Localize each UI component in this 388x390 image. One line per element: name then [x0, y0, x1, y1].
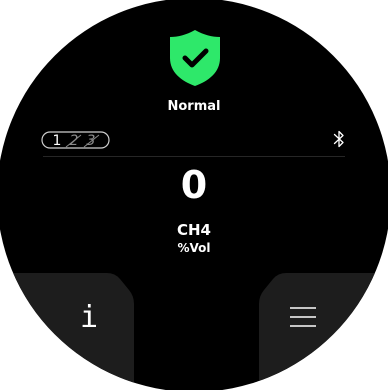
header-divider	[43, 156, 345, 157]
sensor-slot-1: 1	[53, 133, 62, 149]
status-label: Normal	[167, 99, 221, 114]
menu-icon	[290, 307, 316, 327]
gas-unit: %Vol	[177, 241, 211, 255]
bluetooth-icon	[333, 130, 344, 148]
watch-dial: Normal 1 2 3 0 CH4 %Vol i	[0, 0, 388, 390]
sensor-slots-indicator: 1 2 3	[41, 131, 110, 149]
menu-softkey[interactable]	[259, 273, 388, 390]
info-softkey[interactable]	[0, 273, 134, 390]
device-screen: Normal 1 2 3 0 CH4 %Vol i	[0, 0, 388, 390]
gas-name: CH4	[177, 221, 211, 239]
info-icon: i	[79, 300, 99, 335]
shield-check-icon	[170, 30, 220, 86]
gas-reading-value: 0	[180, 163, 208, 207]
